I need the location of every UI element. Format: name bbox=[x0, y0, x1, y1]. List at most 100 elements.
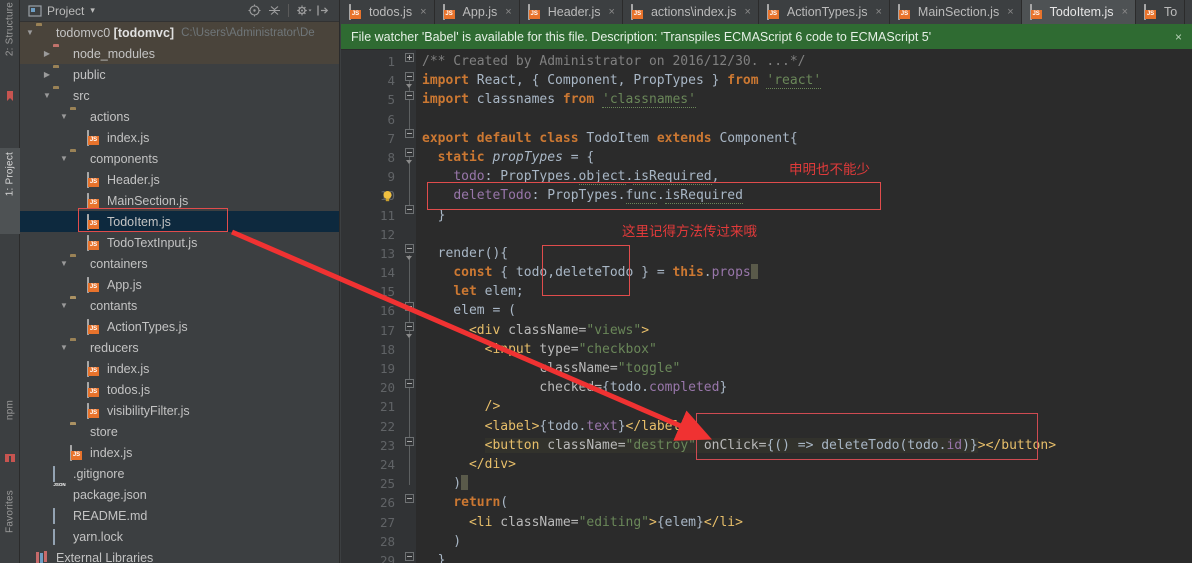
code-line[interactable]: /> bbox=[416, 397, 1192, 416]
tab-close-icon[interactable]: × bbox=[875, 6, 881, 18]
code-line[interactable]: <li className="editing">{elem}</li> bbox=[416, 513, 1192, 532]
code-line[interactable]: const { todo,deleteTodo } = this.props bbox=[416, 263, 1192, 282]
editor-tab-bar[interactable]: todos.js×App.js×Header.js×actions\index.… bbox=[341, 0, 1192, 24]
tab-close-icon[interactable]: × bbox=[505, 6, 511, 18]
code-line[interactable]: elem = ( bbox=[416, 301, 1192, 320]
tree-node-containers[interactable]: containers bbox=[20, 253, 339, 274]
tree-expander-open[interactable] bbox=[58, 343, 70, 352]
code-line[interactable] bbox=[416, 110, 1192, 129]
code-line[interactable]: import React, { Component, PropTypes } f… bbox=[416, 71, 1192, 90]
tree-node-gitignore[interactable]: .gitignore bbox=[20, 463, 339, 484]
tab-close-icon[interactable]: × bbox=[420, 6, 426, 18]
tree-node-app-js[interactable]: App.js bbox=[20, 274, 339, 295]
tree-expander-open[interactable] bbox=[58, 259, 70, 268]
tab-app-js[interactable]: App.js × bbox=[434, 0, 520, 24]
tree-node-todomvc0[interactable]: todomvc0 [todomvc] C:\Users\Administrator… bbox=[20, 22, 339, 43]
code-line[interactable]: render(){ bbox=[416, 244, 1192, 263]
fold-marker-imports-top[interactable] bbox=[405, 72, 414, 81]
tree-expander-open[interactable] bbox=[58, 154, 70, 163]
tab-actiontypes-js[interactable]: ActionTypes.js × bbox=[758, 0, 890, 24]
code-line[interactable]: <input type="checkbox" bbox=[416, 340, 1192, 359]
tree-expander-closed[interactable] bbox=[41, 70, 53, 79]
collapse-all-icon[interactable] bbox=[268, 4, 281, 17]
intention-bulb-icon[interactable] bbox=[381, 189, 394, 202]
code-line[interactable] bbox=[416, 225, 1192, 244]
tree-expander-open[interactable] bbox=[58, 301, 70, 310]
fold-marker-imports-bottom[interactable] bbox=[405, 91, 414, 100]
code-line[interactable]: export default class TodoItem extends Co… bbox=[416, 129, 1192, 148]
tab-mainsection-js[interactable]: MainSection.js × bbox=[889, 0, 1022, 24]
tab-close-icon[interactable]: × bbox=[1007, 6, 1013, 18]
tree-node-yarn-lock[interactable]: yarn.lock bbox=[20, 526, 339, 547]
tree-expander-open[interactable] bbox=[58, 112, 70, 121]
code-line[interactable]: ) bbox=[416, 474, 1192, 493]
tab-header-js[interactable]: Header.js × bbox=[519, 0, 623, 24]
tree-node-contants[interactable]: contants bbox=[20, 295, 339, 316]
tab-partial[interactable]: To bbox=[1136, 0, 1186, 24]
tree-node-store[interactable]: store bbox=[20, 421, 339, 442]
code-line[interactable]: ) bbox=[416, 532, 1192, 551]
code-line[interactable]: import classnames from 'classnames' bbox=[416, 90, 1192, 109]
tree-node-node-modules[interactable]: node_modules bbox=[20, 43, 339, 64]
tab-close-icon[interactable]: × bbox=[744, 6, 750, 18]
tree-node-public[interactable]: public bbox=[20, 64, 339, 85]
hide-panel-icon[interactable] bbox=[316, 4, 329, 17]
fold-marker-class[interactable] bbox=[405, 129, 414, 138]
tree-node-header-js[interactable]: Header.js bbox=[20, 169, 339, 190]
fold-marker-class-end[interactable] bbox=[405, 494, 414, 503]
code-editor[interactable]: 1456789101112131415161718192021222324252… bbox=[341, 50, 1192, 563]
code-line[interactable]: } bbox=[416, 206, 1192, 225]
tree-node-reducers[interactable]: reducers bbox=[20, 337, 339, 358]
tree-node-external-libraries[interactable]: External Libraries bbox=[20, 547, 339, 563]
code-line[interactable]: <div className="views"> bbox=[416, 321, 1192, 340]
fold-marker-file-end[interactable] bbox=[405, 552, 414, 561]
fold-marker-div-end[interactable] bbox=[405, 379, 414, 388]
tab-todoitem-js[interactable]: TodoItem.js × bbox=[1021, 0, 1136, 24]
code-line[interactable]: } bbox=[416, 551, 1192, 563]
tool-window-npm[interactable]: npm bbox=[4, 400, 15, 420]
code-line[interactable]: deleteTodo: PropTypes.func.isRequired bbox=[416, 186, 1192, 205]
fold-marker-div[interactable] bbox=[405, 302, 414, 311]
tool-window-project[interactable]: 1: Project bbox=[4, 152, 15, 196]
fold-marker-proptypes-end[interactable] bbox=[405, 205, 414, 214]
tree-node-todos-js[interactable]: todos.js bbox=[20, 379, 339, 400]
tree-node-package-json[interactable]: package.json bbox=[20, 484, 339, 505]
code-line[interactable]: return( bbox=[416, 493, 1192, 512]
fold-marker-render[interactable] bbox=[405, 244, 414, 253]
code-line[interactable]: <label>{todo.text}</label> bbox=[416, 417, 1192, 436]
code-line[interactable]: </div> bbox=[416, 455, 1192, 474]
code-line[interactable]: <button className="destroy" onClick={() … bbox=[416, 436, 1192, 455]
tab-close-icon[interactable]: × bbox=[1122, 6, 1128, 18]
code-text[interactable]: /** Created by Administrator on 2016/12/… bbox=[416, 50, 1192, 563]
project-tree[interactable]: todomvc0 [todomvc] C:\Users\Administrator… bbox=[20, 22, 339, 563]
tree-expander-open[interactable] bbox=[41, 91, 53, 100]
fold-marker-comment[interactable] bbox=[405, 53, 414, 62]
banner-close-icon[interactable]: × bbox=[1165, 30, 1182, 44]
code-folding-column[interactable] bbox=[403, 50, 416, 563]
fold-marker-return[interactable] bbox=[405, 437, 414, 446]
tool-window-structure[interactable]: 2: Structure bbox=[4, 2, 15, 56]
tree-node-actions[interactable]: actions bbox=[20, 106, 339, 127]
tree-node-readme-md[interactable]: README.md bbox=[20, 505, 339, 526]
code-line[interactable]: className="toggle" bbox=[416, 359, 1192, 378]
tool-window-favorites[interactable]: Favorites bbox=[4, 490, 15, 533]
tree-expander-open[interactable] bbox=[24, 28, 36, 37]
tab-todos-js[interactable]: todos.js × bbox=[341, 0, 435, 24]
tree-expander-closed[interactable] bbox=[41, 49, 53, 58]
tree-node-todotextinput-js[interactable]: TodoTextInput.js bbox=[20, 232, 339, 253]
tree-node-actiontypes-js[interactable]: ActionTypes.js bbox=[20, 316, 339, 337]
tree-node-todoitem-js[interactable]: TodoItem.js bbox=[20, 211, 339, 232]
fold-marker-input[interactable] bbox=[405, 322, 414, 331]
tree-node-visibilityfilter-js[interactable]: visibilityFilter.js bbox=[20, 400, 339, 421]
tab-actions-index-js[interactable]: actions\index.js × bbox=[622, 0, 759, 24]
tree-node-src[interactable]: src bbox=[20, 85, 339, 106]
settings-gear-icon[interactable] bbox=[296, 4, 312, 17]
target-icon[interactable] bbox=[248, 4, 261, 17]
tree-node-mainsection-js[interactable]: MainSection.js bbox=[20, 190, 339, 211]
code-line[interactable]: let elem; bbox=[416, 282, 1192, 301]
chevron-down-icon[interactable]: ▾ bbox=[90, 5, 95, 16]
tree-node-actions-index-js[interactable]: index.js bbox=[20, 127, 339, 148]
code-line[interactable]: /** Created by Administrator on 2016/12/… bbox=[416, 52, 1192, 71]
tab-close-icon[interactable]: × bbox=[609, 6, 615, 18]
fold-marker-proptypes[interactable] bbox=[405, 148, 414, 157]
